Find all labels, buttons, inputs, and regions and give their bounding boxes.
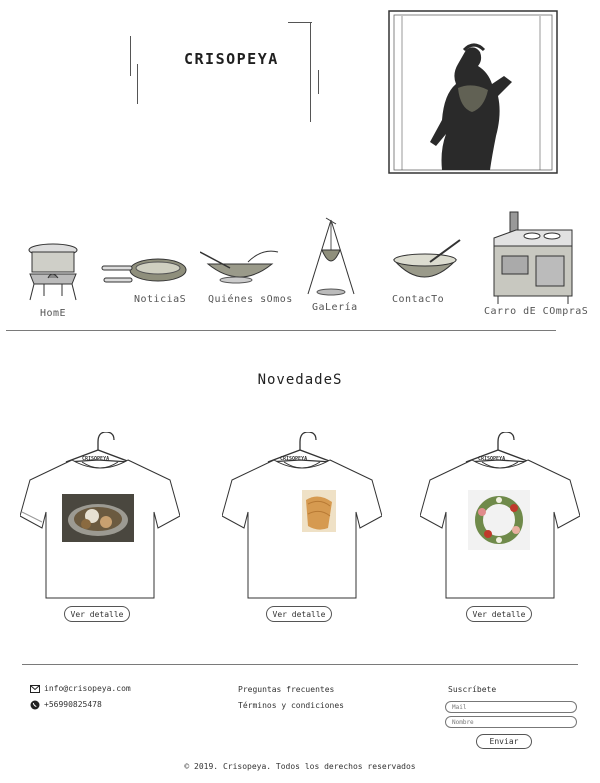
hero-portrait <box>388 10 558 174</box>
brand-logo[interactable]: CRISOPEYA <box>184 50 279 68</box>
ver-detalle-button[interactable]: Ver detalle <box>266 606 332 622</box>
footer-divider <box>22 664 578 665</box>
decorative-line <box>288 22 312 23</box>
nav-label-contacto: ContacTo <box>392 294 445 305</box>
portrait-illustration <box>388 10 558 174</box>
nav-divider <box>6 330 556 331</box>
product-photo[interactable] <box>62 494 134 542</box>
nav-item-contacto[interactable]: ContacTo <box>384 238 468 310</box>
wreath-image <box>468 490 530 550</box>
stew-bowl-image <box>62 494 134 542</box>
terms-link[interactable]: Términos y condiciones <box>238 701 344 710</box>
decorative-line <box>318 70 319 94</box>
nav-item-carro-de-compras[interactable]: Carro dE COmpraS <box>484 208 589 320</box>
send-button[interactable]: Enviar <box>476 734 532 749</box>
tshirt-tag: CRISOPEYA <box>280 456 308 462</box>
decorative-line <box>310 22 311 122</box>
nav-label-galeria: GaLería <box>312 302 358 313</box>
wood-stove-icon <box>493 211 573 304</box>
name-input[interactable] <box>445 716 577 728</box>
decorative-line <box>130 36 131 76</box>
mail-input[interactable] <box>445 701 577 713</box>
email-link[interactable]: info@crisopeya.com <box>44 684 131 693</box>
copyright: © 2019. Crisopeya. Todos los derechos re… <box>184 762 416 771</box>
bowl-ladle-icon <box>392 239 461 278</box>
ver-detalle-button[interactable]: Ver detalle <box>64 606 130 622</box>
product-card: CRISOPEYA Ver detalle <box>419 431 581 622</box>
subscribe-title: Suscríbete <box>448 685 497 694</box>
nav-label-noticias: NoticiaS <box>134 294 187 305</box>
nav-label-home: HomE <box>40 308 67 319</box>
tripod-pot-icon <box>307 217 355 296</box>
ver-detalle-button[interactable]: Ver detalle <box>466 606 532 622</box>
nav-item-home[interactable]: HomE <box>18 238 88 320</box>
product-photo[interactable] <box>302 490 336 532</box>
bread-image <box>302 490 336 532</box>
mixing-bowl-icon <box>200 250 279 284</box>
nav-label-quienes-somos: Quiénes sOmos <box>208 294 293 305</box>
phone-link[interactable]: +56990825478 <box>44 700 102 709</box>
product-card: CRISOPEYA Ver detalle <box>19 431 181 622</box>
decorative-line <box>137 64 138 104</box>
whatsapp-icon <box>30 700 40 710</box>
faq-link[interactable]: Preguntas frecuentes <box>238 685 334 694</box>
nav-item-galeria[interactable]: GaLería <box>298 216 368 316</box>
nav-label-carro-de-compras: Carro dE COmpraS <box>484 306 589 317</box>
nav-item-noticias[interactable]: NoticiaS <box>100 250 192 310</box>
tshirt-tag: CRISOPEYA <box>82 456 110 462</box>
envelope-icon <box>30 685 40 693</box>
product-photo[interactable] <box>468 490 530 550</box>
pot-on-stove-icon <box>28 243 78 301</box>
section-title: NovedadeS <box>257 372 343 388</box>
nav-item-quienes-somos[interactable]: Quiénes sOmos <box>196 244 292 308</box>
frying-pan-icon <box>101 258 187 283</box>
tshirt-tag: CRISOPEYA <box>478 456 506 462</box>
product-card: CRISOPEYA Ver detalle <box>221 431 383 622</box>
